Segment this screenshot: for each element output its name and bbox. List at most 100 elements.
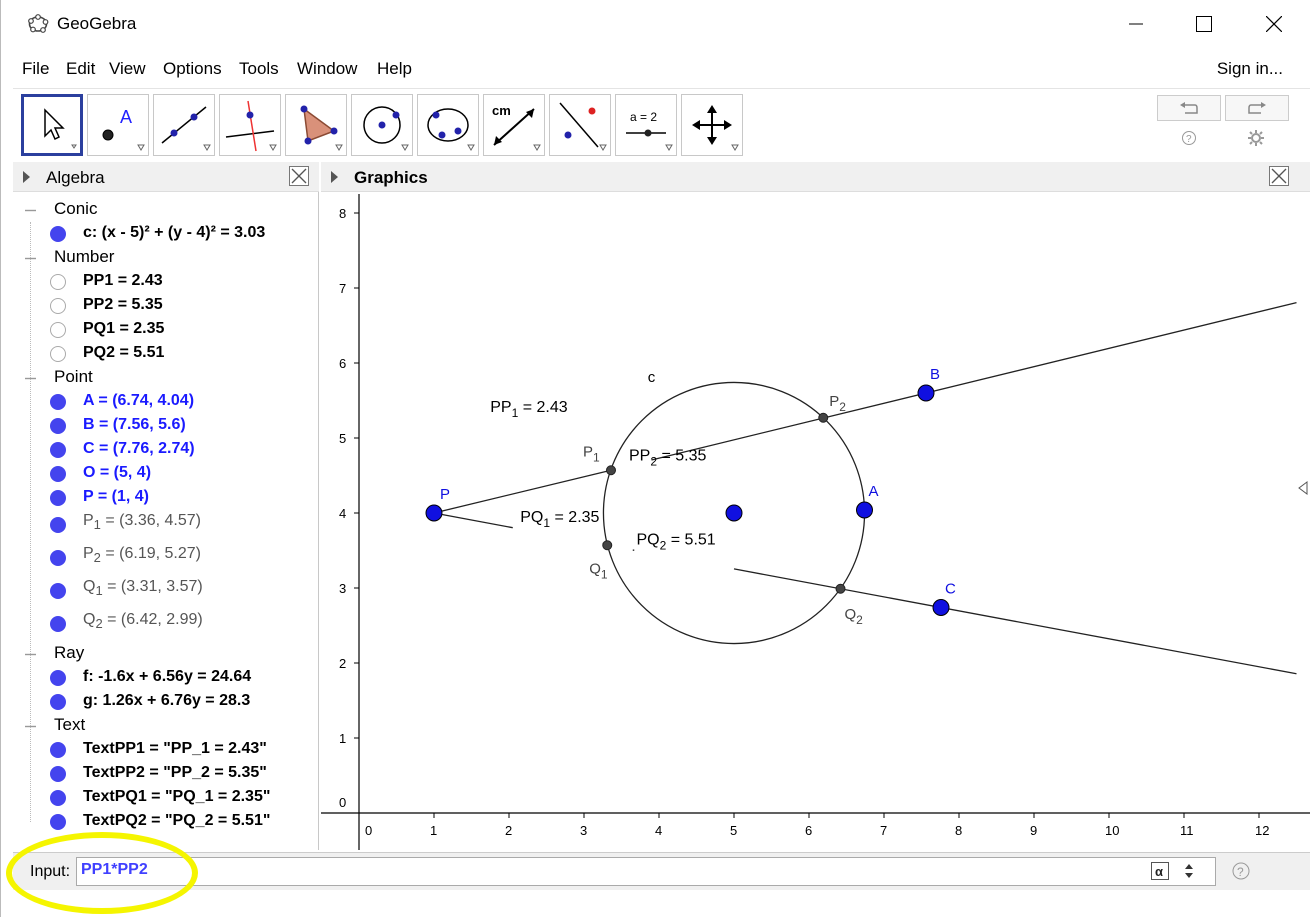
intersection-point[interactable] xyxy=(818,412,829,423)
close-window-button[interactable] xyxy=(1251,6,1297,42)
visibility-toggle[interactable] xyxy=(50,790,66,806)
visibility-toggle[interactable] xyxy=(50,766,66,782)
visibility-toggle[interactable] xyxy=(50,616,66,632)
menu-tools[interactable]: Tools xyxy=(239,59,279,79)
visibility-toggle[interactable] xyxy=(50,550,66,566)
input-help-icon[interactable]: ? xyxy=(1231,861,1251,881)
algebra-item[interactable]: PP1 = 2.43 xyxy=(83,272,163,290)
input-field[interactable]: PP1*PP2 xyxy=(76,857,1216,886)
algebra-item[interactable]: TextPQ2 = "PQ_2 = 5.51" xyxy=(83,812,270,830)
visibility-toggle[interactable] xyxy=(50,442,66,458)
graphics-close-button[interactable] xyxy=(1269,166,1289,186)
point-label: C xyxy=(945,581,956,598)
visibility-toggle[interactable] xyxy=(50,583,66,599)
intersection-point[interactable] xyxy=(602,540,613,551)
visibility-toggle[interactable] xyxy=(50,322,66,338)
category-text[interactable]: Text xyxy=(54,715,85,735)
distance-text-label[interactable]: PP1 = 2.43 xyxy=(490,399,568,420)
menu-view[interactable]: View xyxy=(109,59,146,79)
tool-point[interactable]: A xyxy=(87,94,149,156)
visibility-toggle[interactable] xyxy=(50,394,66,410)
visibility-toggle[interactable] xyxy=(50,274,66,290)
visibility-toggle[interactable] xyxy=(50,670,66,686)
visibility-toggle[interactable] xyxy=(50,490,66,506)
tool-circle-center[interactable] xyxy=(351,94,413,156)
point-a[interactable] xyxy=(856,501,873,519)
help-icon[interactable]: ? xyxy=(1181,130,1197,146)
menu-help[interactable]: Help xyxy=(377,59,412,79)
history-updown-icon[interactable] xyxy=(1183,861,1195,881)
ray-f[interactable] xyxy=(433,469,612,514)
visibility-toggle[interactable] xyxy=(50,346,66,362)
menu-window[interactable]: Window xyxy=(297,59,357,79)
algebra-item[interactable]: P = (1, 4) xyxy=(83,488,149,506)
distance-text-label[interactable]: PQ2 = 5.51 xyxy=(637,532,716,553)
algebra-item[interactable]: PQ2 = 5.51 xyxy=(83,344,164,362)
intersection-point[interactable] xyxy=(835,583,846,594)
tool-perpendicular[interactable] xyxy=(219,94,281,156)
visibility-toggle[interactable] xyxy=(50,298,66,314)
point-o[interactable] xyxy=(725,504,743,522)
point-b[interactable] xyxy=(917,384,935,402)
algebra-item[interactable]: P1 = (3.36, 4.57) xyxy=(83,512,201,532)
menu-file[interactable]: File xyxy=(22,59,49,79)
algebra-item[interactable]: TextPP2 = "PP_2 = 5.35" xyxy=(83,764,267,782)
collapse-category-icon[interactable] xyxy=(24,204,37,217)
tool-move[interactable] xyxy=(21,94,83,156)
algebra-close-button[interactable] xyxy=(289,166,309,186)
algebra-item[interactable]: P2 = (6.19, 5.27) xyxy=(83,545,201,565)
visibility-toggle[interactable] xyxy=(50,517,66,533)
sign-in-link[interactable]: Sign in... xyxy=(1217,59,1283,79)
category-ray[interactable]: Ray xyxy=(54,643,84,663)
algebra-item[interactable]: O = (5, 4) xyxy=(83,464,151,482)
point-p[interactable] xyxy=(425,504,443,522)
redo-button[interactable] xyxy=(1225,95,1289,121)
menu-options[interactable]: Options xyxy=(163,59,222,79)
visibility-toggle[interactable] xyxy=(50,226,66,242)
tool-circle-three-points[interactable] xyxy=(417,94,479,156)
category-point[interactable]: Point xyxy=(54,367,93,387)
algebra-item[interactable]: TextPQ1 = "PQ_1 = 2.35" xyxy=(83,788,270,806)
tool-line[interactable] xyxy=(153,94,215,156)
graphics-canvas[interactable]: 0 1 2 3 4 5 6 7 8 9 10 11 12012345678cP1P2Q1Q2P ABCPP… xyxy=(321,194,1310,850)
algebra-item[interactable]: Q1 = (3.31, 3.57) xyxy=(83,578,203,598)
tool-distance[interactable]: cm xyxy=(483,94,545,156)
algebra-item[interactable]: TextPP1 = "PP_1 = 2.43" xyxy=(83,740,267,758)
point-c[interactable] xyxy=(932,599,950,616)
alpha-symbols-icon[interactable]: α xyxy=(1151,862,1169,880)
distance-text-label[interactable]: PP2 = 5.35 xyxy=(629,448,707,469)
algebra-item[interactable]: Q2 = (6.42, 2.99) xyxy=(83,611,203,631)
tool-polygon[interactable] xyxy=(285,94,347,156)
ray-g[interactable] xyxy=(733,568,1297,675)
expand-triangle-icon[interactable] xyxy=(331,171,338,183)
distance-text-label[interactable]: PQ1 = 2.35 xyxy=(520,509,599,530)
algebra-item[interactable]: C = (7.76, 2.74) xyxy=(83,440,195,458)
minimize-button[interactable] xyxy=(1113,6,1159,42)
category-conic[interactable]: Conic xyxy=(54,199,97,219)
visibility-toggle[interactable] xyxy=(50,418,66,434)
algebra-item[interactable]: g: 1.26x + 6.76y = 28.3 xyxy=(83,692,250,710)
ray-g[interactable] xyxy=(433,512,513,529)
algebra-item[interactable]: PP2 = 5.35 xyxy=(83,296,163,314)
undo-button[interactable] xyxy=(1157,95,1221,121)
category-number[interactable]: Number xyxy=(54,247,114,267)
settings-gear-icon[interactable] xyxy=(1247,129,1265,147)
algebra-item[interactable]: c: (x - 5)² + (y - 4)² = 3.03 xyxy=(83,224,265,242)
algebra-item[interactable]: PQ1 = 2.35 xyxy=(83,320,164,338)
expand-triangle-icon[interactable] xyxy=(23,171,30,183)
visibility-toggle[interactable] xyxy=(50,694,66,710)
intersection-point[interactable] xyxy=(606,465,616,476)
algebra-item[interactable]: B = (7.56, 5.6) xyxy=(83,416,186,434)
tool-reflect[interactable] xyxy=(549,94,611,156)
tool-move-graphics-view[interactable] xyxy=(681,94,743,156)
algebra-item[interactable]: f: -1.6x + 6.56y = 24.64 xyxy=(83,668,251,686)
maximize-button[interactable] xyxy=(1181,6,1227,42)
tool-slider[interactable]: a = 2 xyxy=(615,94,677,156)
algebra-item[interactable]: A = (6.74, 4.04) xyxy=(83,392,194,410)
collapse-side-panel-icon[interactable] xyxy=(1297,480,1309,496)
visibility-toggle[interactable] xyxy=(50,466,66,482)
visibility-toggle[interactable] xyxy=(50,814,66,830)
menu-edit[interactable]: Edit xyxy=(66,59,95,79)
visibility-toggle[interactable] xyxy=(50,742,66,758)
ray-f[interactable] xyxy=(651,302,1297,461)
